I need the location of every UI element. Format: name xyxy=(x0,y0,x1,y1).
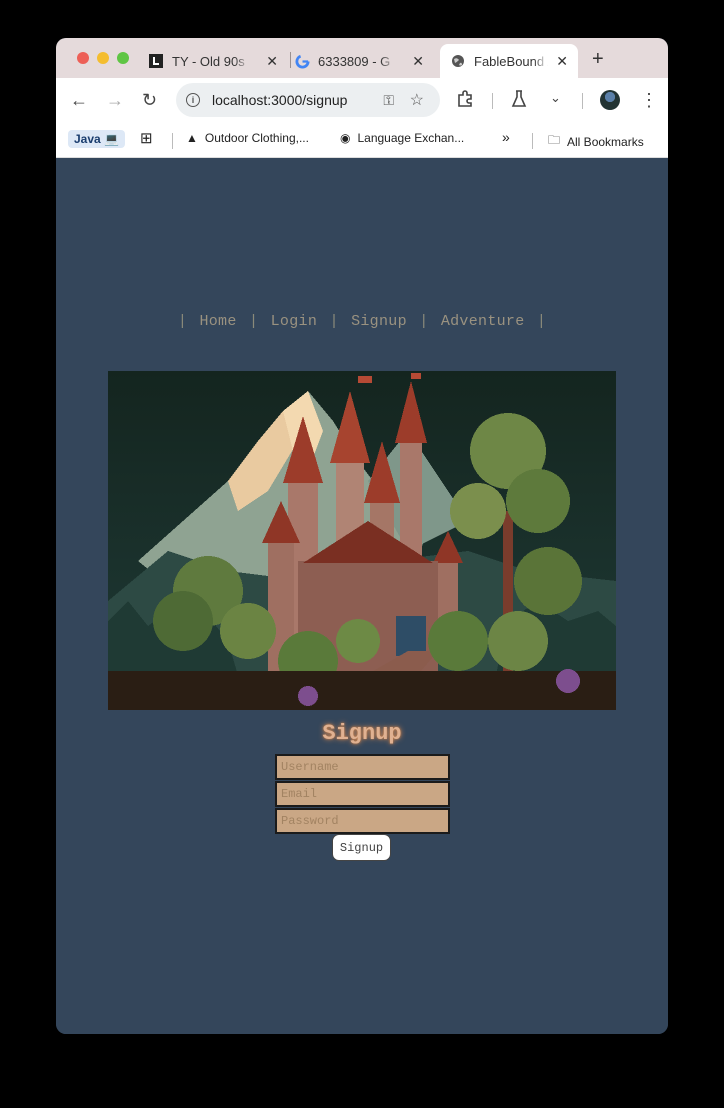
nav-link-login[interactable]: Login xyxy=(271,313,318,330)
tab-ty-old-90s[interactable]: TY - Old 90s ✕ xyxy=(148,44,288,78)
bookmark-star-icon[interactable]: ☆ xyxy=(410,90,424,110)
bookmark-label: Java 💻 xyxy=(74,132,119,146)
globe-favicon-icon xyxy=(450,53,466,69)
toolbar-divider xyxy=(582,93,583,109)
kebab-menu-icon[interactable]: ⋮ xyxy=(640,90,658,111)
nav-separator: | xyxy=(177,313,188,330)
bookmarks-divider xyxy=(532,133,533,149)
letter-l-favicon-icon xyxy=(148,53,164,69)
nav-link-adventure[interactable]: Adventure xyxy=(441,313,525,330)
nav-separator: | xyxy=(329,313,339,330)
tab-strip: TY - Old 90s ✕ 6333809 - G ✕ FableBound … xyxy=(56,38,668,78)
browser-toolbar: ← → ↻ i localhost:3000/signup ⚿ ☆ ⌄ ⋮ xyxy=(56,78,668,122)
password-key-icon[interactable]: ⚿ xyxy=(383,92,394,109)
minimize-window-button[interactable] xyxy=(97,52,109,64)
apps-grid-icon[interactable]: ⊞ xyxy=(140,129,153,147)
tab-fablebound[interactable]: FableBound A ✕ xyxy=(440,44,578,78)
bookmark-language-exchange[interactable]: ◉ Language Exchan... xyxy=(340,131,464,145)
tab-divider xyxy=(290,52,291,68)
extensions-icon[interactable] xyxy=(456,90,474,113)
back-arrow-icon[interactable]: ← xyxy=(70,90,88,111)
nav-separator: | xyxy=(536,313,547,330)
google-favicon-icon xyxy=(294,53,310,69)
close-window-button[interactable] xyxy=(77,52,89,64)
tab-google[interactable]: 6333809 - G ✕ xyxy=(294,44,434,78)
reload-icon[interactable]: ↻ xyxy=(142,90,157,111)
bookmark-java[interactable]: Java 💻 xyxy=(68,130,125,148)
close-tab-icon[interactable]: ✕ xyxy=(266,53,278,70)
new-tab-button[interactable]: + xyxy=(592,48,604,71)
nav-link-home[interactable]: Home xyxy=(199,313,236,330)
nav-separator: | xyxy=(248,313,259,330)
toolbar-divider xyxy=(492,93,493,109)
close-tab-icon[interactable]: ✕ xyxy=(556,53,568,70)
nav-separator: | xyxy=(419,313,429,330)
nav-link-signup[interactable]: Signup xyxy=(351,313,407,330)
password-input[interactable] xyxy=(275,808,450,834)
tab-title: FableBound A xyxy=(474,53,548,69)
tree-favicon-icon: ▲ xyxy=(186,131,198,145)
email-input[interactable] xyxy=(275,781,450,807)
tab-title: TY - Old 90s xyxy=(172,53,245,69)
chevron-down-icon[interactable]: ⌄ xyxy=(550,90,561,106)
signup-submit-button[interactable]: Signup xyxy=(332,834,391,861)
bookmarks-divider xyxy=(172,133,173,149)
bookmark-label: Outdoor Clothing,... xyxy=(204,131,309,145)
page-content: | Home | Login | Signup | Adventure | Si… xyxy=(56,159,668,1034)
more-bookmarks-icon[interactable]: » xyxy=(502,129,510,145)
castle-hero-image xyxy=(108,371,616,710)
maximize-window-button[interactable] xyxy=(117,52,129,64)
all-bookmarks-folder[interactable]: 🗀 All Bookmarks xyxy=(548,131,644,152)
address-bar[interactable]: i localhost:3000/signup ⚿ ☆ xyxy=(176,83,440,117)
profile-avatar[interactable] xyxy=(600,90,620,110)
url-text: localhost:3000/signup xyxy=(212,92,348,108)
signup-heading: Signup xyxy=(322,721,402,746)
bookmarks-bar: Java 💻 ⊞ ▲ Outdoor Clothing,... ◉ Langua… xyxy=(56,122,668,158)
globe-favicon-icon: ◉ xyxy=(340,131,351,145)
labs-flask-icon[interactable] xyxy=(511,90,527,113)
browser-window: TY - Old 90s ✕ 6333809 - G ✕ FableBound … xyxy=(56,38,668,1034)
forward-arrow-icon[interactable]: → xyxy=(106,90,124,111)
site-nav: | Home | Login | Signup | Adventure | xyxy=(56,313,668,330)
bookmark-label: Language Exchan... xyxy=(357,131,465,145)
folder-icon: 🗀 xyxy=(548,133,561,147)
close-tab-icon[interactable]: ✕ xyxy=(412,53,424,70)
site-info-icon[interactable]: i xyxy=(186,93,200,107)
username-input[interactable] xyxy=(275,754,450,780)
tab-title: 6333809 - G xyxy=(318,53,391,69)
bookmark-outdoor-clothing[interactable]: ▲ Outdoor Clothing,... xyxy=(186,131,309,145)
bookmark-label: All Bookmarks xyxy=(567,134,644,149)
